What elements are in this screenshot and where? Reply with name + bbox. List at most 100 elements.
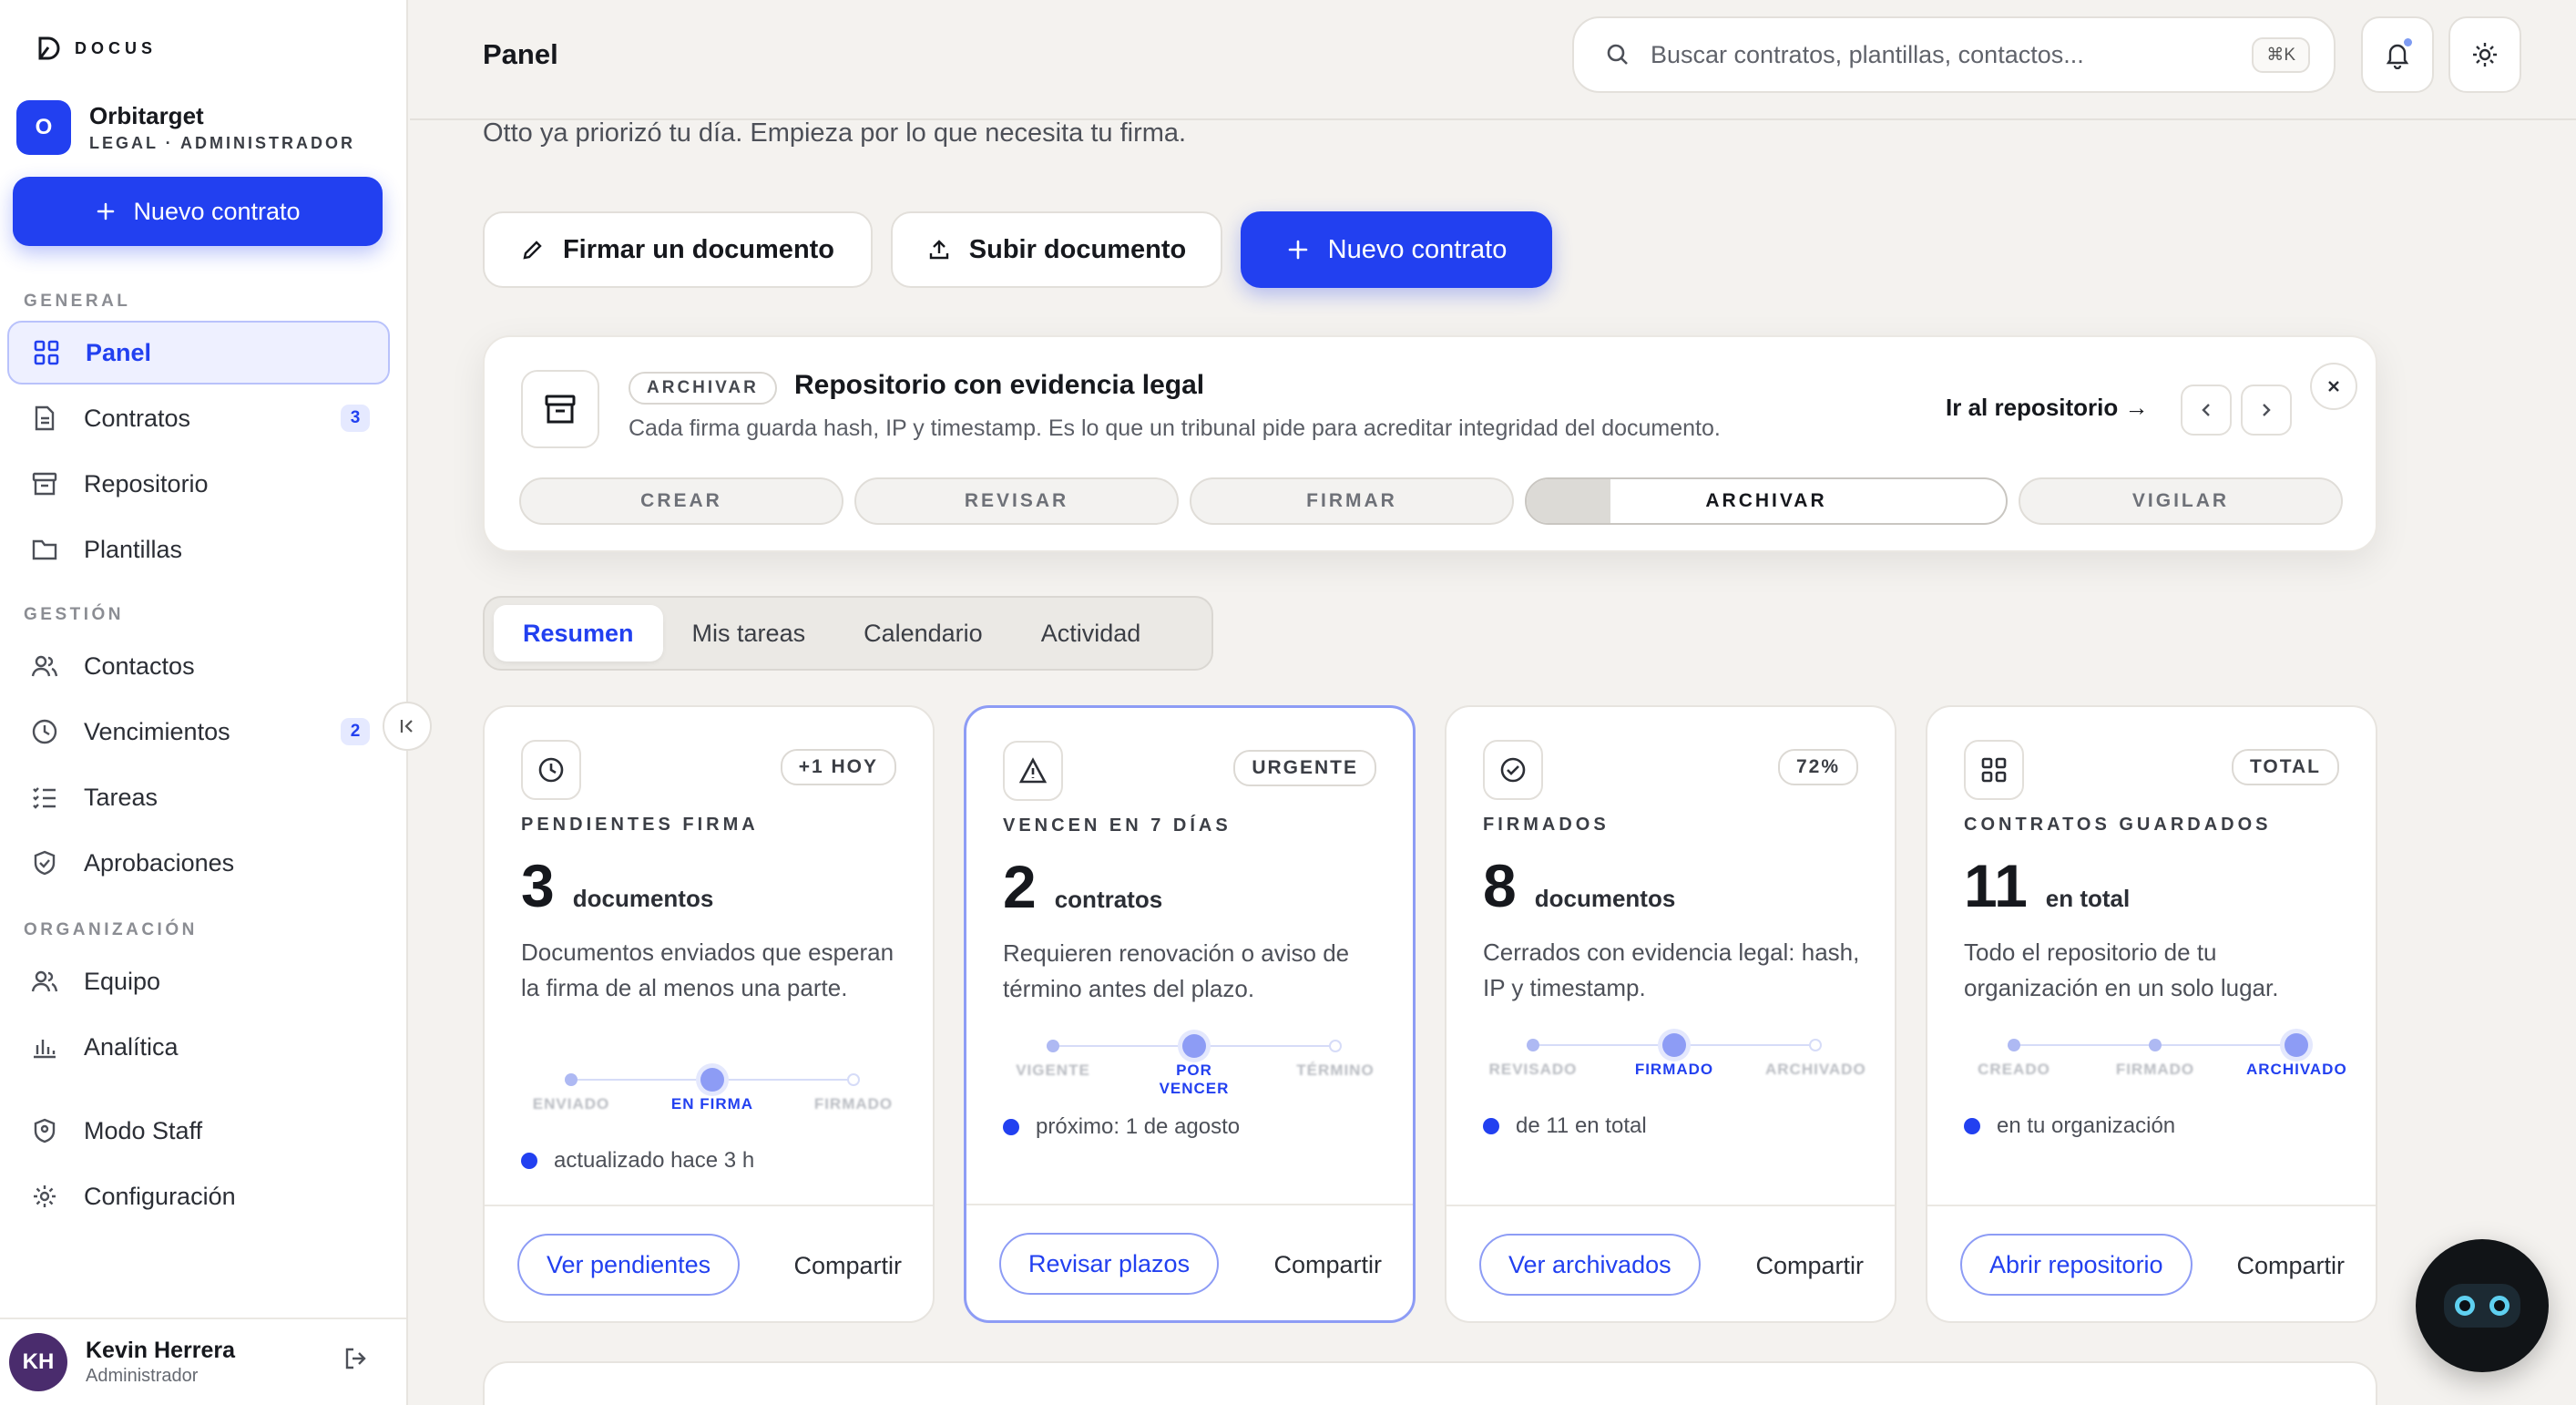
org-switcher[interactable]: O Orbitarget LEGAL · ADMINISTRADOR (16, 100, 355, 155)
org-role: LEGAL · ADMINISTRADOR (89, 134, 355, 152)
timeline-step: REVISADO (1488, 1061, 1578, 1078)
card-firmados: 72% FIRMADOS 8 documentos Cerrados con ev… (1445, 705, 1896, 1323)
sign-document-label: Firmar un documento (562, 234, 835, 264)
sidebar-item-label: Contratos (84, 404, 191, 432)
close-icon (2325, 377, 2343, 395)
collapse-sidebar-button[interactable] (383, 702, 432, 751)
step-revisar[interactable]: REVISAR (854, 477, 1179, 525)
share-button[interactable]: Compartir (2236, 1252, 2345, 1280)
sidebar-item-modo-staff[interactable]: Modo Staff (7, 1099, 390, 1163)
sidebar-item-label: Aprobaciones (84, 848, 235, 877)
sidebar-item-configuracion[interactable]: Configuración (7, 1164, 390, 1228)
banner-title: Repositorio con evidencia legal (794, 370, 1205, 400)
tab-actividad[interactable]: Actividad (1012, 605, 1170, 661)
users-icon (29, 651, 60, 682)
timeline-step: FIRMADO (813, 1095, 894, 1113)
card-value: 8 (1483, 852, 1517, 919)
count-badge: 3 (341, 405, 370, 432)
card-meta: actualizado hace 3 h (521, 1148, 754, 1174)
document-icon (29, 403, 60, 434)
view-pending-button[interactable]: Ver pendientes (517, 1234, 741, 1296)
review-deadlines-button[interactable]: Revisar plazos (999, 1233, 1220, 1295)
view-archived-button[interactable]: Ver archivados (1479, 1234, 1701, 1296)
notifications-button[interactable] (2361, 16, 2434, 93)
tab-mis-tareas[interactable]: Mis tareas (663, 605, 835, 661)
theme-toggle-button[interactable] (2448, 16, 2521, 93)
card-meta: próximo: 1 de agosto (1003, 1114, 1240, 1140)
top-header: Panel Buscar contratos, plantillas, cont… (410, 0, 2576, 120)
page-subtitle: Otto ya priorizó tu día. Empieza por lo … (483, 118, 1187, 148)
assistant-bot-button[interactable] (2416, 1239, 2549, 1372)
timeline-step: FIRMADO (2115, 1061, 2195, 1078)
card-timeline: ENVIADO EN FIRMA FIRMADO (521, 1066, 904, 1121)
robot-icon (2444, 1284, 2520, 1328)
sidebar: DOCUS O Orbitarget LEGAL · ADMINISTRADOR… (0, 0, 408, 1405)
card-value: 2 (1003, 853, 1037, 920)
new-contract-label: Nuevo contrato (1327, 234, 1508, 264)
banner-close-button[interactable] (2310, 363, 2357, 410)
sidebar-item-contactos[interactable]: Contactos (7, 634, 390, 698)
timeline-step: ENVIADO (532, 1095, 610, 1113)
share-button[interactable]: Compartir (1755, 1252, 1864, 1280)
grid-icon (31, 337, 62, 368)
sidebar-item-label: Tareas (84, 783, 158, 811)
share-button[interactable]: Compartir (1273, 1251, 1382, 1279)
sidebar-item-plantillas[interactable]: Plantillas (7, 518, 390, 581)
sidebar-item-aprobaciones[interactable]: Aprobaciones (7, 831, 390, 895)
new-contract-button[interactable]: Nuevo contrato (1241, 211, 1552, 288)
sidebar-item-label: Vencimientos (84, 717, 230, 745)
upload-document-label: Subir documento (968, 234, 1187, 264)
checklist-icon (29, 782, 60, 813)
chevron-left-icon (2197, 401, 2215, 419)
shield-check-icon (29, 847, 60, 878)
card-description: Todo el repositorio de tu organización e… (1964, 938, 2279, 1001)
sidebar-item-contratos[interactable]: Contratos 3 (7, 386, 390, 450)
upload-document-button[interactable]: Subir documento (891, 211, 1222, 288)
sign-document-button[interactable]: Firmar un documento (483, 211, 873, 288)
banner-description: Cada firma guarda hash, IP y timestamp. … (629, 415, 1721, 441)
card-badge: 72% (1777, 749, 1858, 785)
step-archivar[interactable]: ARCHIVAR (1525, 477, 2008, 525)
sidebar-item-tareas[interactable]: Tareas (7, 765, 390, 829)
clock-icon (29, 716, 60, 747)
app-logo[interactable]: DOCUS (35, 35, 157, 62)
card-pendientes-firma: +1 HOY PENDIENTES FIRMA 3 documentos Docu… (483, 705, 935, 1323)
banner-prev-button[interactable] (2181, 385, 2232, 436)
sidebar-item-vencimientos[interactable]: Vencimientos 2 (7, 700, 390, 764)
sidebar-item-panel[interactable]: Panel (7, 321, 390, 385)
tab-calendario[interactable]: Calendario (834, 605, 1012, 661)
search-placeholder: Buscar contratos, plantillas, contactos.… (1651, 40, 2084, 68)
card-vencen-7-dias: URGENTE VENCEN EN 7 DÍAS 2 contratos Requ… (964, 705, 1416, 1323)
card-footer: Revisar plazos Compartir (966, 1204, 1413, 1320)
step-crear[interactable]: CREAR (519, 477, 843, 525)
logout-icon[interactable] (342, 1345, 370, 1372)
archive-icon (521, 370, 599, 448)
card-unit: en total (2045, 885, 2131, 912)
count-badge: 2 (341, 718, 370, 745)
card-timeline: CREADO FIRMADO ARCHIVADO (1964, 1031, 2346, 1086)
step-firmar[interactable]: FIRMAR (1190, 477, 1514, 525)
new-contract-button-sidebar[interactable]: Nuevo contrato (13, 177, 383, 246)
card-footer: Ver pendientes Compartir (485, 1205, 933, 1321)
search-input[interactable]: Buscar contratos, plantillas, contactos.… (1572, 16, 2336, 93)
open-repository-button[interactable]: Abrir repositorio (1960, 1234, 2193, 1296)
go-to-repository-link[interactable]: Ir al repositorio → (1946, 394, 2149, 422)
pencil-icon (521, 238, 545, 262)
docus-logo-icon (35, 35, 62, 62)
upload-icon (927, 238, 951, 262)
card-unit: documentos (572, 885, 714, 912)
gear-icon (29, 1181, 60, 1212)
sidebar-item-repositorio[interactable]: Repositorio (7, 452, 390, 516)
card-unit: documentos (1534, 885, 1676, 912)
feature-banner: ARCHIVAR Repositorio con evidencia legal… (483, 335, 2377, 552)
notification-dot (2404, 38, 2412, 46)
sidebar-item-analitica[interactable]: Analítica (7, 1015, 390, 1079)
user-profile[interactable]: KH Kevin Herrera Administrador (0, 1318, 406, 1405)
share-button[interactable]: Compartir (793, 1252, 902, 1280)
tab-resumen[interactable]: Resumen (494, 605, 663, 661)
sidebar-item-label: Plantillas (84, 535, 183, 563)
step-vigilar[interactable]: VIGILAR (2019, 477, 2343, 525)
banner-next-button[interactable] (2241, 385, 2292, 436)
card-contratos-guardados: TOTAL CONTRATOS GUARDADOS 11 en total Tod… (1926, 705, 2377, 1323)
sidebar-item-equipo[interactable]: Equipo (7, 949, 390, 1013)
